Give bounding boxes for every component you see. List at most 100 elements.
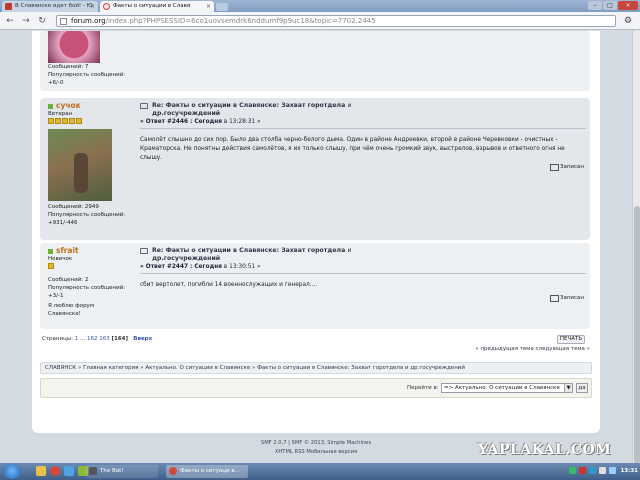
network-icon[interactable] [608, 467, 616, 474]
jump-label: Перейти в: [407, 385, 439, 391]
tab-slavyansk-battle[interactable]: В Славянске идет бой! - Ю × [2, 1, 98, 12]
watermark-logo: YAPLAKAL.COM [478, 442, 612, 458]
breadcrumb[interactable]: СЛАВЯНСК » Главная категория » Актуально… [40, 362, 592, 374]
star-icon [62, 118, 68, 124]
close-tab-icon[interactable]: × [206, 1, 211, 12]
quote-button[interactable]: Записан [549, 295, 584, 302]
topic-icon [140, 248, 148, 254]
chevron-down-icon: ▼ [564, 384, 572, 392]
volume-icon[interactable] [598, 467, 606, 474]
tab-facts-active[interactable]: Факты о ситуации в Славя × [100, 1, 214, 12]
jump-bar: Перейти в: => Актуально. О ситуации в Сл… [40, 378, 592, 398]
minimize-icon[interactable]: – [588, 1, 602, 10]
forward-arrow-icon[interactable]: → [20, 15, 32, 27]
chrome-icon [169, 467, 177, 475]
post-title[interactable]: Re: Факты о ситуации в Славянске: Захват… [140, 247, 586, 263]
poster-name[interactable]: sfrait [48, 247, 133, 255]
browser-toolbar: ← → ↻ forum.org/index.php?PHPSESSID=6co1… [0, 12, 640, 30]
page-link-162[interactable]: 162 [87, 336, 98, 342]
scrollbar[interactable] [632, 31, 640, 464]
taskbar: The Bat! Факты о ситуаци в... 13:31 [0, 463, 640, 480]
tab-bar: В Славянске идет бой! - Ю × Факты о ситу… [0, 0, 640, 12]
site-favicon-icon [103, 3, 110, 10]
poster-rank: Новичок [48, 256, 73, 262]
print-button[interactable]: ПЕЧАТЬ [557, 335, 585, 344]
post-title[interactable]: Re: Факты о ситуации в Славянске: Захват… [140, 102, 586, 118]
popularity-value: +931/-446 [48, 220, 78, 226]
forum-page: Сообщений: 7 Популярность сообщений: +6/… [32, 31, 600, 433]
page-icon [60, 18, 67, 25]
forum-post: сучок Ветеран Сообщений: 2949 Популярнос… [40, 98, 590, 240]
page-viewport: Сообщений: 7 Популярность сообщений: +6/… [0, 31, 632, 463]
clock: 13:31 [620, 468, 638, 474]
popularity-label: Популярность сообщений: [48, 212, 126, 218]
ie-icon[interactable] [64, 466, 74, 476]
jump-to-select[interactable]: => Актуально. О ситуации в Славянске ▼ [441, 383, 573, 393]
message-count: Сообщений: 7 [48, 64, 89, 70]
forum-post: sfrait Новичок Сообщений: 2 Популярность… [40, 243, 590, 329]
system-tray: 13:31 [568, 465, 638, 478]
url-path: /index.php?PHPSESSID=6co1uovsemdrk6nddum… [105, 17, 376, 25]
start-button[interactable] [3, 464, 21, 479]
pagination: Страницы: 1 ... 162 163 [164] Вверх [42, 336, 153, 342]
avatar [48, 129, 112, 201]
url-host: forum.org [71, 17, 106, 25]
jump-go-button[interactable]: да [576, 383, 588, 393]
tray-icon[interactable] [588, 467, 596, 474]
star-icon [48, 118, 54, 124]
poster-info: sfrait Новичок Сообщений: 2 Популярность… [48, 247, 133, 318]
popularity-value: +6/-0 [48, 80, 64, 86]
poster-name[interactable]: сучок [48, 102, 133, 110]
post-text: сбит вертолет, погибли 14 военнослужащих… [140, 282, 318, 288]
tab-label: В Славянске идет бой! - Ю [15, 3, 93, 9]
rank-stars [48, 118, 133, 127]
folder-icon[interactable] [36, 466, 46, 476]
star-icon [55, 118, 61, 124]
maximize-icon[interactable]: □ [603, 1, 617, 10]
post-meta: « Ответ #2447 : Сегодня в 13:30:51 » [140, 263, 586, 274]
quote-button[interactable]: Записан [549, 164, 584, 171]
popularity-value: +3/-1 [48, 293, 64, 299]
popularity-label: Популярность сообщений: [48, 72, 126, 78]
taskbar-task-browser[interactable]: Факты о ситуаци в... [166, 465, 248, 478]
tray-icon[interactable] [578, 467, 586, 474]
taskbar-task-thebat[interactable]: The Bat! [86, 465, 158, 478]
post-body: Re: Факты о ситуации в Славянске: Захват… [140, 102, 586, 163]
wrench-menu-icon[interactable]: ⚙ [622, 15, 634, 27]
avatar [48, 31, 100, 63]
poster-rank: Ветеран [48, 111, 73, 117]
user-signature: Я люблю форум Славянска! [48, 303, 94, 317]
close-tab-icon[interactable]: × [90, 1, 95, 12]
poster-info: Сообщений: 7 Популярность сообщений: +6/… [48, 31, 133, 87]
message-count: Сообщений: 2 [48, 277, 89, 283]
page-link-1[interactable]: 1 [75, 336, 79, 342]
post-body: Re: Факты о ситуации в Славянске: Захват… [140, 247, 586, 290]
scrollbar-thumb[interactable] [634, 206, 640, 464]
message-count: Сообщений: 2949 [48, 204, 99, 210]
back-arrow-icon[interactable]: ← [4, 15, 16, 27]
online-status-icon [48, 248, 53, 254]
poster-info: сучок Ветеран Сообщений: 2949 Популярнос… [48, 102, 133, 227]
close-window-icon[interactable]: × [618, 1, 638, 10]
forum-post: Сообщений: 7 Популярность сообщений: +6/… [40, 31, 590, 91]
address-bar[interactable]: forum.org/index.php?PHPSESSID=6co1uovsem… [56, 15, 616, 27]
post-meta: « Ответ #2446 : Сегодня в 13:28:31 » [140, 118, 586, 129]
star-icon [48, 263, 54, 269]
new-tab-button[interactable] [216, 3, 228, 11]
rank-stars [48, 263, 133, 272]
bat-icon [89, 467, 97, 475]
go-up-link[interactable]: Вверх [133, 336, 152, 342]
reload-icon[interactable]: ↻ [36, 15, 48, 27]
star-icon [76, 118, 82, 124]
page-link-163[interactable]: 163 [99, 336, 110, 342]
online-status-icon [48, 103, 53, 109]
prev-next-topic-links[interactable]: « предыдущая тема следующая тема » [475, 346, 590, 352]
site-favicon-icon [5, 3, 12, 10]
star-icon [69, 118, 75, 124]
window-controls: – □ × [587, 1, 638, 11]
tab-label: Факты о ситуации в Славя [113, 3, 191, 9]
tray-icon[interactable] [568, 467, 576, 474]
topic-icon [140, 103, 148, 109]
chrome-icon[interactable] [50, 466, 60, 476]
current-page: [164] [111, 336, 129, 342]
